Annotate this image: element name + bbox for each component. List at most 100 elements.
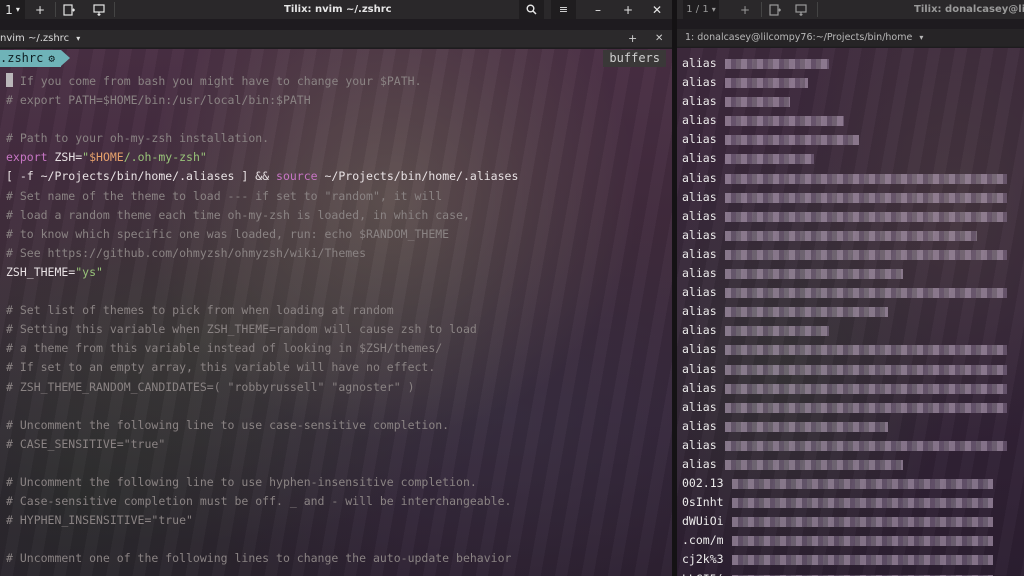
redacted-content [725, 345, 1007, 356]
output-text: alias [682, 323, 717, 338]
code-token: ~/Projects/bin/home/.aliases [317, 169, 519, 184]
session-label: 1 / 1 [686, 4, 709, 15]
code-line: # Set name of the theme to load --- if s… [6, 187, 518, 206]
minimize-icon: – [595, 2, 601, 17]
add-terminal-button[interactable]: + [29, 0, 51, 19]
code-line: [ -f ~/Projects/bin/home/.aliases ] && s… [6, 167, 518, 186]
output-text: alias [682, 246, 717, 261]
chevron-down-icon: ▾ [919, 33, 924, 42]
redacted-content [732, 555, 993, 566]
hamburger-menu-button[interactable]: ≡ [551, 0, 576, 19]
split-horizontal-icon [769, 3, 781, 16]
output-text: alias [682, 170, 717, 185]
redacted-content [725, 97, 790, 108]
find-button[interactable] [519, 0, 544, 19]
redacted-content [725, 116, 844, 127]
session-menu-button[interactable]: 1 ▾ [0, 0, 25, 19]
terminal-pane-nvim[interactable]: .zshrc ⚙ buffers If you come from bash y… [0, 49, 672, 576]
output-text: alias [682, 399, 717, 414]
split-horizontal-button[interactable] [764, 0, 786, 19]
minimize-button[interactable]: – [588, 0, 608, 19]
output-line: alias [682, 379, 1007, 398]
output-line: alias [682, 283, 1007, 302]
vim-editor-buffer[interactable]: If you come from bash you might have to … [6, 72, 518, 568]
redacted-content [725, 402, 1007, 413]
output-line: alias [682, 340, 1007, 359]
chevron-down-icon: ▾ [76, 34, 81, 43]
output-text: alias [682, 418, 717, 433]
output-text: alias [682, 227, 717, 242]
code-line: # If set to an empty array, this variabl… [6, 358, 518, 377]
maximize-icon: + [622, 2, 634, 17]
output-text: alias [682, 456, 717, 471]
code-token: # Uncomment the following line to use ca… [6, 417, 450, 432]
redacted-content [732, 517, 993, 528]
add-terminal-button[interactable]: + [734, 0, 756, 19]
terminal-pane-shell[interactable]: alias alias alias alias alias alias alias alias… [677, 48, 1024, 576]
output-text: LLGI5( [682, 572, 724, 576]
redacted-content [725, 326, 829, 337]
output-text: alias [682, 437, 717, 452]
split-vertical-button[interactable] [88, 0, 110, 19]
code-line: # HYPHEN_INSENSITIVE="true" [6, 511, 518, 530]
output-line: dWUiOi [682, 512, 993, 531]
code-token: # to know which specific one was loaded,… [6, 226, 450, 241]
maximize-button[interactable]: + [618, 0, 638, 19]
vim-file-tab[interactable]: .zshrc ⚙ [0, 50, 70, 67]
redacted-content [725, 211, 1007, 222]
split-vertical-icon [795, 3, 807, 16]
code-line: # Case-sensitive completion must be off.… [6, 492, 518, 511]
close-terminal-button[interactable]: ✕ [655, 30, 663, 48]
output-line: alias [682, 455, 903, 474]
code-line: # to know which specific one was loaded,… [6, 225, 518, 244]
plus-icon: + [628, 32, 638, 45]
output-text: 002.13 [682, 476, 724, 491]
vim-file-name: .zshrc [0, 51, 44, 65]
code-line: # ZSH_THEME_RANDOM_CANDIDATES=( "robbyru… [6, 378, 518, 397]
window-titlebar: 1 / 1 ▾ + Tilix: donalcasey@lilcomp [677, 0, 1024, 19]
code-line: If you come from bash you might have to … [6, 72, 518, 91]
code-line: # load a random theme each time oh-my-zs… [6, 206, 518, 225]
code-token: ZSH_THEME= [6, 264, 76, 279]
redacted-content [725, 59, 829, 69]
code-line: # Uncomment the following line to use hy… [6, 473, 518, 492]
output-text: alias [682, 94, 717, 109]
output-line: 0sInht [682, 493, 993, 512]
split-horizontal-button[interactable] [58, 0, 80, 19]
code-token: # Setting this variable when ZSH_THEME=r… [6, 322, 477, 337]
code-token: # If set to an empty array, this variabl… [6, 360, 436, 375]
maximize-terminal-button[interactable]: + [628, 30, 637, 48]
plus-icon: + [34, 2, 46, 17]
output-text: .com/m [682, 533, 724, 548]
split-vertical-button[interactable] [790, 0, 812, 19]
session-label: 1 [5, 2, 13, 17]
output-line: alias [682, 207, 1007, 226]
code-token: source [276, 169, 318, 184]
close-window-button[interactable]: ✕ [647, 0, 667, 19]
redacted-content [725, 78, 808, 89]
window-title: Tilix: nvim ~/.zshrc [284, 4, 392, 15]
code-token: # Path to your oh-my-zsh installation. [6, 131, 270, 146]
terminal-title-menu[interactable]: nvim ~/.zshrc ▾ [0, 30, 80, 48]
code-token: # load a random theme each time oh-my-zs… [6, 207, 470, 222]
redacted-content [725, 288, 1007, 299]
terminal-title-menu[interactable]: 1: donalcasey@lilcompy76:~/Projects/bin/… [685, 29, 923, 47]
code-token: # See https://github.com/ohmyzsh/ohmyzsh… [6, 245, 367, 260]
redacted-content [725, 269, 903, 280]
output-text: alias [682, 151, 717, 166]
output-text: alias [682, 361, 717, 376]
code-line: # export PATH=$HOME/bin:/usr/local/bin:$… [6, 91, 518, 110]
output-line: alias [682, 73, 808, 92]
output-line: alias [682, 130, 859, 149]
gear-icon: ⚙ [48, 52, 55, 65]
chevron-down-icon: ▾ [15, 5, 20, 14]
session-menu-button[interactable]: 1 / 1 ▾ [683, 0, 719, 19]
output-line: alias [682, 226, 977, 245]
code-token: "ys" [75, 264, 103, 279]
output-text: alias [682, 132, 717, 147]
output-text: alias [682, 266, 717, 281]
output-text: cj2k%3 [682, 552, 724, 567]
output-text: alias [682, 75, 717, 90]
